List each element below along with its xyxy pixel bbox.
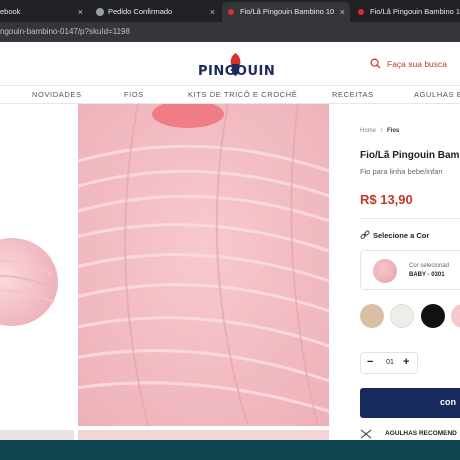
selected-color-value: BABY - 0301 xyxy=(409,272,445,278)
color-label-text: Selecione a Cor xyxy=(373,231,430,240)
tab-pingouin-active[interactable]: Fio/Lã Pingouin Bambino 100g × xyxy=(222,2,350,22)
url-text[interactable]: ngouin-bambino-0147/p?skuId=1198 xyxy=(0,22,130,42)
product-price: R$ 13,90 xyxy=(360,192,413,207)
nav-item-receitas[interactable]: RECEITAS xyxy=(332,86,374,104)
nav-item-fios[interactable]: FIOS xyxy=(124,86,144,104)
tab-label: Fio/Lã Pingouin Bambino 100g xyxy=(240,7,334,16)
pingouin-favicon-icon xyxy=(228,9,234,15)
breadcrumb-current[interactable]: Fios xyxy=(387,128,399,134)
tab-label: Pedido Confirmado xyxy=(108,7,173,16)
color-option-beige[interactable] xyxy=(360,304,384,328)
tab-pingouin[interactable]: Fio/Lã Pingouin Bambino 100g xyxy=(352,2,460,22)
tab-close-icon[interactable]: × xyxy=(210,2,215,22)
breadcrumb-home[interactable]: Home xyxy=(360,128,376,134)
color-option-black[interactable] xyxy=(421,304,445,328)
nav-item-kits[interactable]: KITS DE TRICÔ E CROCHÊ xyxy=(188,86,297,104)
browser-tab-bar: ebook × Pedido Confirmado × Fio/Lã Pingo… xyxy=(0,0,460,22)
buy-button[interactable]: con xyxy=(360,388,460,418)
product-title: Fio/Lã Pingouin Bam xyxy=(360,150,460,161)
color-option-pink[interactable] xyxy=(451,304,460,328)
quantity-value[interactable]: 01 xyxy=(383,359,397,366)
nav-item-agulhas[interactable]: AGULHAS E xyxy=(414,86,460,104)
color-option-white[interactable] xyxy=(390,304,414,328)
address-bar[interactable]: ngouin-bambino-0147/p?skuId=1198 xyxy=(0,22,460,42)
quantity-increase-button[interactable]: + xyxy=(403,356,409,368)
divider xyxy=(360,218,460,219)
main-nav: NOVIDADES FIOS KITS DE TRICÔ E CROCHÊ RE… xyxy=(0,86,460,104)
selected-color-caption: Cor selecionad xyxy=(409,263,450,269)
breadcrumb: Home / Fios xyxy=(360,128,399,134)
product-subtitle: Fio para linha bebe/infan xyxy=(360,167,443,176)
tab-label: ebook xyxy=(0,7,21,16)
tab-close-icon[interactable]: × xyxy=(78,2,83,22)
tab-ebook[interactable]: ebook × xyxy=(0,2,88,22)
tab-label: Fio/Lã Pingouin Bambino 100g xyxy=(370,7,460,16)
tab-close-icon[interactable]: × xyxy=(340,2,345,22)
search-label: Faça sua busca xyxy=(387,59,448,69)
selected-color-box: Cor selecionad BABY - 0301 xyxy=(360,250,460,290)
product-details: Home / Fios Fio/Lã Pingouin Bam Fio para… xyxy=(330,104,460,440)
yarn-closeup-image xyxy=(78,104,329,426)
nav-item-novidades[interactable]: NOVIDADES xyxy=(32,86,82,104)
search-icon xyxy=(370,58,381,69)
tab-pedido-confirmado[interactable]: Pedido Confirmado × xyxy=(90,2,220,22)
site-header: PINGOUIN Faça sua busca xyxy=(0,42,460,86)
product-image-closeup[interactable] xyxy=(78,104,329,426)
pingouin-favicon-icon xyxy=(358,9,364,15)
needles-icon xyxy=(360,429,372,439)
globe-icon xyxy=(96,8,104,16)
logo-text: PINGOUIN xyxy=(198,64,276,79)
buy-button-label: con xyxy=(440,397,457,407)
quantity-decrease-button[interactable]: − xyxy=(367,356,373,368)
yarn-skein-image xyxy=(0,238,58,326)
pingouin-logo[interactable]: PINGOUIN xyxy=(198,52,276,80)
product-image-skein[interactable] xyxy=(0,104,74,426)
selected-color-swatch xyxy=(373,259,397,283)
product-gallery xyxy=(0,104,330,444)
quantity-stepper: − 01 + xyxy=(360,352,418,374)
link-icon xyxy=(360,230,370,239)
breadcrumb-separator: / xyxy=(380,128,383,134)
recommended-needles-label: AGULHAS RECOMEND xyxy=(385,430,457,437)
bottom-bar xyxy=(0,440,460,460)
